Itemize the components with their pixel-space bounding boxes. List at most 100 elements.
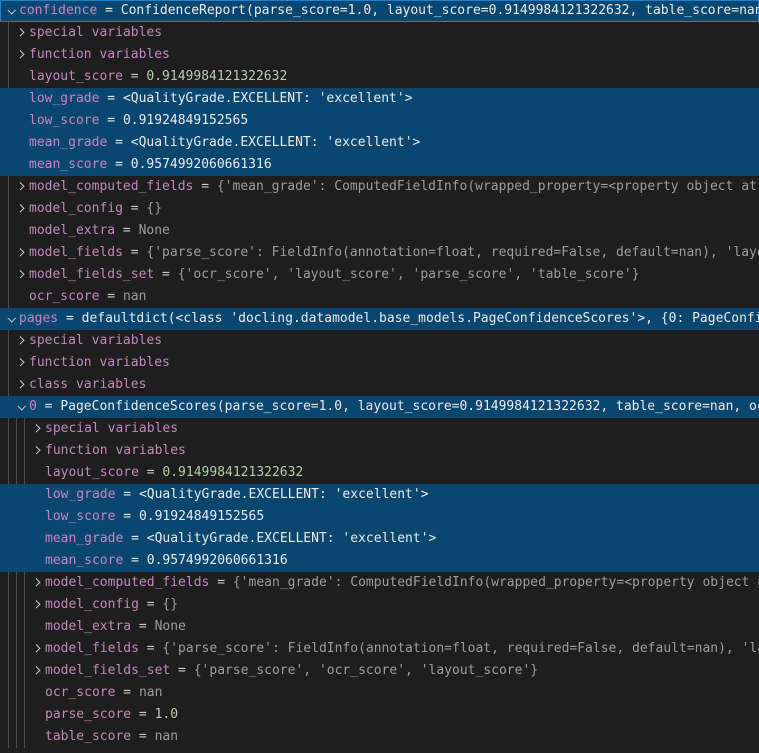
variable-name: special variables [45,418,178,440]
variable-row[interactable]: model_fields_set = {'parse_score', 'ocr_… [0,660,759,682]
variable-value: PageConfidenceScores(parse_score=1.0, la… [60,396,759,418]
variable-name: ocr_score [45,682,115,704]
variable-row[interactable]: low_grade = <QualityGrade.EXCELLENT: 'ex… [0,88,759,110]
variable-value: 0.9574992060661316 [131,154,272,176]
variable-value: nan [155,726,178,748]
chevron-down-icon[interactable] [3,308,19,330]
indent-guide [16,704,17,726]
chevron-down-icon[interactable] [3,0,19,22]
variable-name: function variables [29,352,170,374]
variable-row[interactable]: model_computed_fields = {'mean_grade': C… [0,176,759,198]
chevron-right-icon[interactable] [13,44,29,66]
variable-row[interactable]: low_grade = <QualityGrade.EXCELLENT: 'ex… [0,484,759,506]
indent-guide [24,704,25,726]
chevron-right-icon[interactable] [29,638,45,660]
variable-value: 0.91924849152565 [123,110,248,132]
variable-row[interactable]: mean_grade = <QualityGrade.EXCELLENT: 'e… [0,528,759,550]
variable-row[interactable]: mean_score = 0.9574992060661316 [0,550,759,572]
variable-name: low_score [29,110,99,132]
equals-sign: = [97,0,120,22]
chevron-right-icon[interactable] [13,22,29,44]
chevron-down-icon[interactable] [13,396,29,418]
chevron-right-icon[interactable] [29,572,45,594]
variable-row[interactable]: ocr_score = nan [0,682,759,704]
variable-row[interactable]: special variables [0,418,759,440]
chevron-right-icon[interactable] [13,242,29,264]
indent-guide [8,440,9,462]
equals-sign: = [131,616,154,638]
chevron-right-icon[interactable] [29,440,45,462]
variable-row[interactable]: function variables [0,440,759,462]
chevron-right-icon [32,644,40,652]
chevron-right-icon[interactable] [13,374,29,396]
indent-guide [24,682,25,704]
chevron-right-icon[interactable] [13,176,29,198]
chevron-right-icon [32,600,40,608]
variable-value: {} [146,198,162,220]
variable-row[interactable]: layout_score = 0.9149984121322632 [0,462,759,484]
variable-row[interactable]: mean_grade = <QualityGrade.EXCELLENT: 'e… [0,132,759,154]
chevron-right-icon[interactable] [29,418,45,440]
indent-guide [8,264,9,286]
variable-row[interactable]: model_fields = {'parse_score': FieldInfo… [0,242,759,264]
chevron-right-icon [16,28,24,36]
variable-name: mean_score [45,550,123,572]
variable-row[interactable]: special variables [0,22,759,44]
variable-row[interactable]: 0 = PageConfidenceScores(parse_score=1.0… [0,396,759,418]
variable-row[interactable]: class variables [0,374,759,396]
variable-row[interactable]: special variables [0,330,759,352]
twistie-spacer [29,726,45,748]
chevron-right-icon[interactable] [13,352,29,374]
equals-sign: = [193,176,216,198]
indent-guide [16,440,17,462]
variable-value: <QualityGrade.EXCELLENT: 'excellent'> [147,528,437,550]
variable-row[interactable]: model_config = {} [0,594,759,616]
variable-row[interactable]: model_extra = None [0,220,759,242]
chevron-right-icon[interactable] [13,330,29,352]
variable-name: model_config [45,594,139,616]
twistie-spacer [13,88,29,110]
variable-value: {} [162,594,178,616]
indent-guide [16,418,17,440]
variable-value: 0.91924849152565 [139,506,264,528]
variable-row[interactable]: model_extra = None [0,616,759,638]
variable-row[interactable]: low_score = 0.91924849152565 [0,506,759,528]
indent-guide [8,726,9,748]
variable-row[interactable]: model_fields_set = {'ocr_score', 'layout… [0,264,759,286]
chevron-right-icon[interactable] [13,198,29,220]
variable-row[interactable]: low_score = 0.91924849152565 [0,110,759,132]
chevron-right-icon[interactable] [29,594,45,616]
indent-guide [8,44,9,66]
variable-name: layout_score [45,462,139,484]
indent-guide [24,638,25,660]
variable-name: mean_grade [45,528,123,550]
equals-sign: = [123,550,146,572]
variable-value: None [139,220,170,242]
variable-row[interactable]: model_fields = {'parse_score': FieldInfo… [0,638,759,660]
variable-row[interactable]: confidence = ConfidenceReport(parse_scor… [0,0,759,22]
variable-name: low_score [45,506,115,528]
variable-row[interactable]: mean_score = 0.9574992060661316 [0,154,759,176]
variable-row[interactable]: model_config = {} [0,198,759,220]
equals-sign: = [107,132,130,154]
variable-name: class variables [29,374,146,396]
variable-row[interactable]: layout_score = 0.9149984121322632 [0,66,759,88]
variable-row[interactable]: function variables [0,44,759,66]
variable-row[interactable]: table_score = nan [0,726,759,748]
variable-name: pages [19,308,58,330]
twistie-spacer [29,616,45,638]
chevron-right-icon[interactable] [13,264,29,286]
variable-row[interactable]: function variables [0,352,759,374]
chevron-right-icon [16,50,24,58]
variable-value: 0.9574992060661316 [147,550,288,572]
variable-row[interactable]: parse_score = 1.0 [0,704,759,726]
indent-guide [16,462,17,484]
variable-row[interactable]: model_computed_fields = {'mean_grade': C… [0,572,759,594]
equals-sign: = [139,638,162,660]
twistie-spacer [13,110,29,132]
equals-sign: = [99,286,122,308]
variable-row[interactable]: pages = defaultdict(<class 'docling.data… [0,308,759,330]
chevron-right-icon[interactable] [29,660,45,682]
variable-row[interactable]: ocr_score = nan [0,286,759,308]
twistie-spacer [29,484,45,506]
